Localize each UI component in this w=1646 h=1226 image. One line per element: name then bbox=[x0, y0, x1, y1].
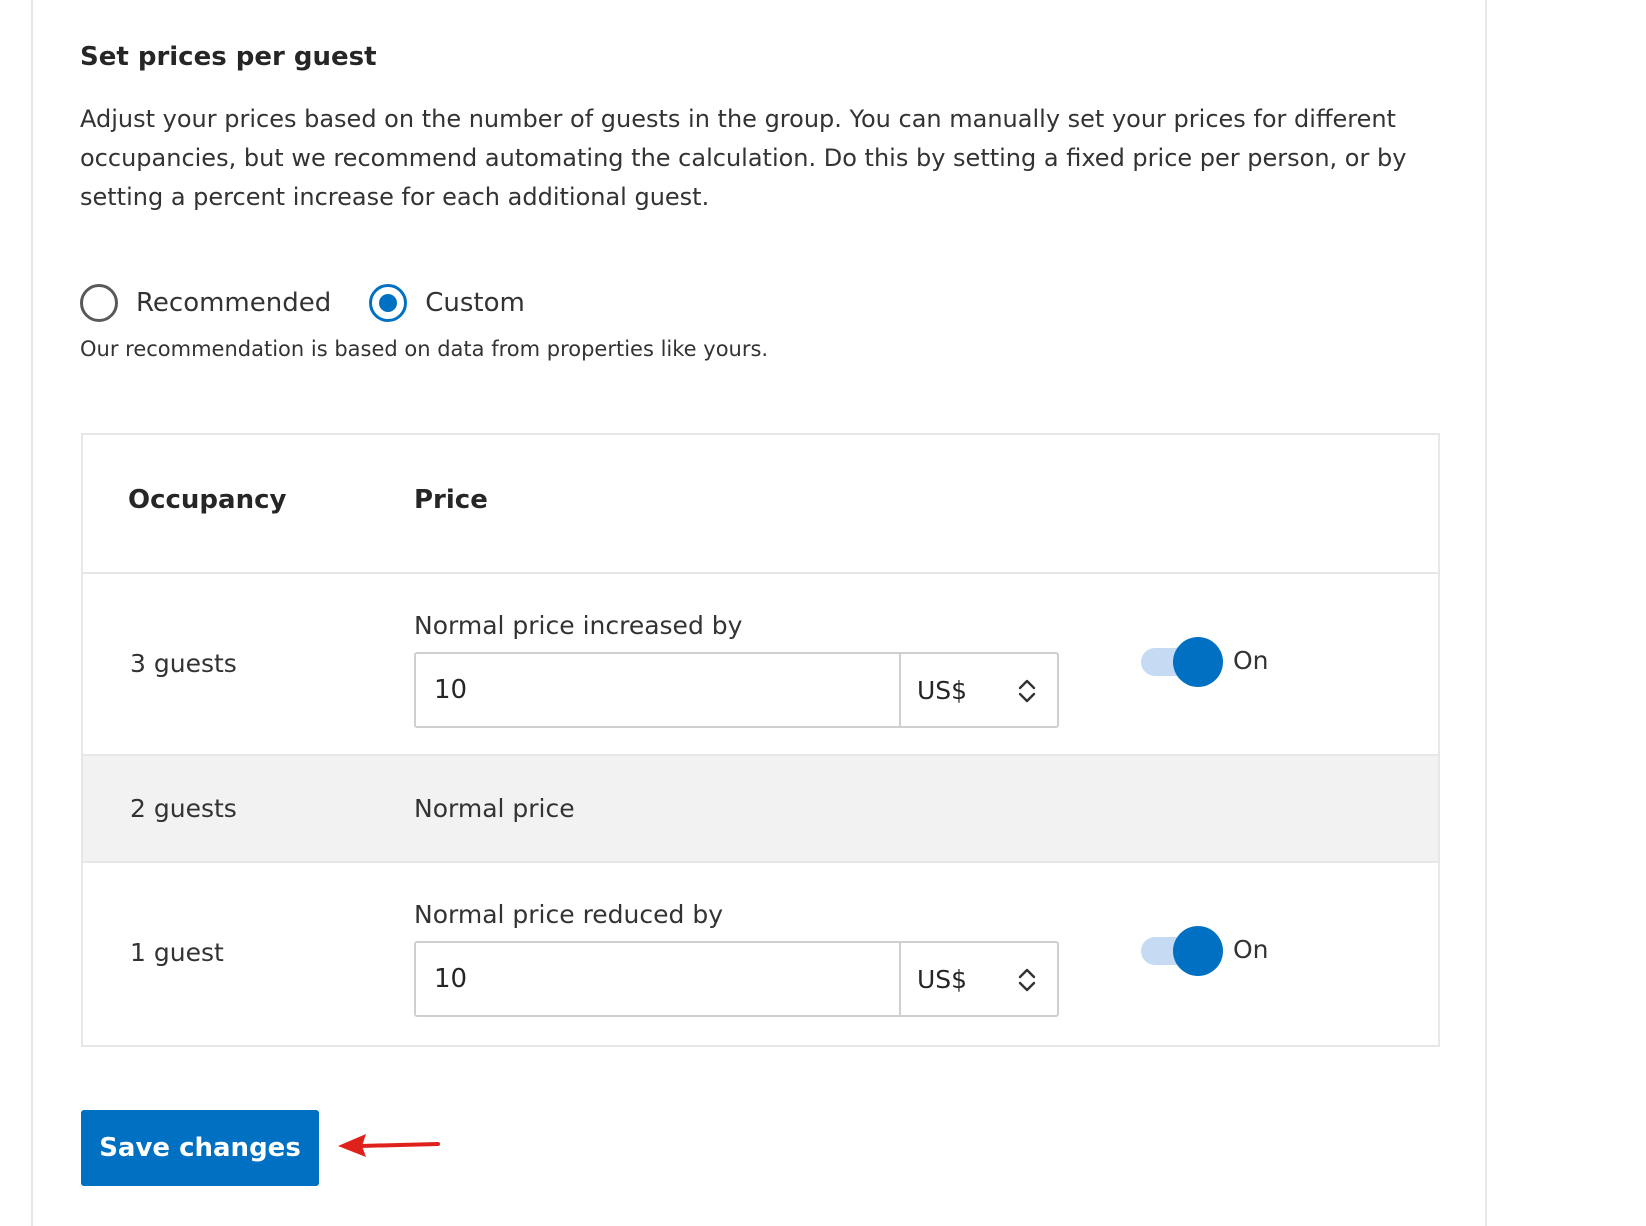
price-reduction-input[interactable] bbox=[414, 941, 926, 1017]
currency-value: US$ bbox=[917, 964, 968, 994]
price-adjustment-label: Normal price increased by bbox=[414, 611, 743, 640]
pricing-mode-radio-group: Recommended Custom bbox=[80, 282, 563, 324]
table-header-row: Occupancy Price bbox=[83, 435, 1438, 574]
radio-label-recommended: Recommended bbox=[136, 288, 332, 318]
radio-option-recommended[interactable]: Recommended bbox=[80, 284, 331, 322]
currency-select[interactable]: US$ bbox=[899, 941, 1059, 1017]
section-title: Set prices per guest bbox=[80, 42, 377, 72]
radio-custom-checked[interactable] bbox=[369, 284, 408, 322]
page: Set prices per guest Adjust your prices … bbox=[0, 0, 1646, 1226]
recommendation-hint: Our recommendation is based on data from… bbox=[80, 337, 769, 361]
table-row-2-guests: 2 guests Normal price bbox=[83, 756, 1438, 863]
occupancy-label: 3 guests bbox=[130, 649, 237, 678]
row-toggle-switch[interactable] bbox=[1141, 925, 1223, 976]
price-adjustment-label: Normal price reduced by bbox=[414, 900, 723, 929]
currency-select[interactable]: US$ bbox=[899, 652, 1059, 728]
save-changes-button[interactable]: Save changes bbox=[81, 1110, 319, 1186]
chevron-up-down-icon bbox=[1018, 679, 1036, 703]
toggle-knob bbox=[1173, 926, 1223, 976]
table-row-3-guests: 3 guests Normal price increased by US$ O… bbox=[83, 574, 1438, 756]
chevron-up-down-icon bbox=[1018, 968, 1036, 992]
price-increase-input[interactable] bbox=[414, 652, 926, 728]
toggle-knob bbox=[1173, 637, 1223, 687]
occupancy-label: 1 guest bbox=[130, 938, 224, 967]
occupancy-price-table: Occupancy Price 3 guests Normal price in… bbox=[81, 433, 1440, 1047]
table-row-1-guest: 1 guest Normal price reduced by US$ On bbox=[83, 863, 1438, 1045]
price-column-header: Price bbox=[414, 485, 488, 515]
red-arrow-icon bbox=[338, 1134, 440, 1157]
row-toggle-switch[interactable] bbox=[1141, 636, 1223, 687]
toggle-state-label: On bbox=[1233, 935, 1269, 964]
radio-selected-dot bbox=[379, 294, 398, 312]
toggle-state-label: On bbox=[1233, 646, 1269, 675]
section-description: Adjust your prices based on the number o… bbox=[80, 105, 1407, 211]
occupancy-column-header: Occupancy bbox=[128, 485, 287, 515]
radio-label-custom: Custom bbox=[425, 288, 525, 318]
occupancy-label: 2 guests bbox=[130, 794, 237, 823]
base-price-text: Normal price bbox=[414, 794, 575, 823]
radio-recommended-unchecked[interactable] bbox=[80, 284, 118, 322]
radio-option-custom[interactable]: Custom bbox=[369, 284, 525, 322]
currency-value: US$ bbox=[917, 675, 968, 705]
